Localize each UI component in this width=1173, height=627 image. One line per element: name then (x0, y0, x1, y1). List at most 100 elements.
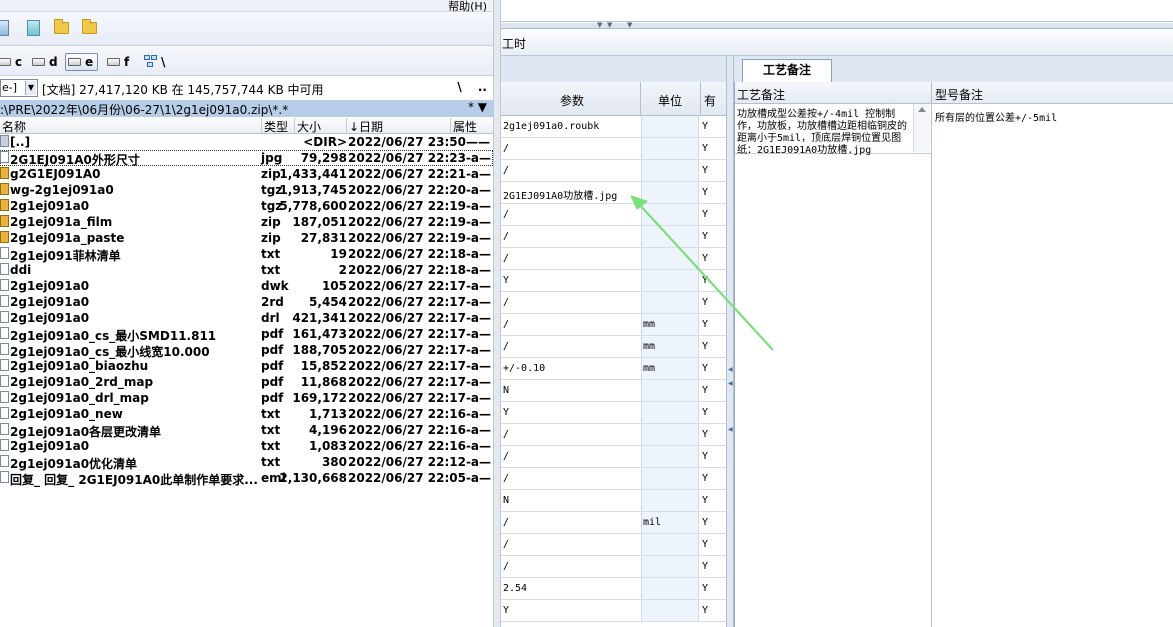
drive-e-button[interactable]: e (65, 53, 99, 71)
param-cell[interactable]: 2.54 (503, 583, 527, 594)
grid-row[interactable]: / Y (501, 204, 726, 226)
file-row[interactable]: 2g1ej091菲林清单 txt 19 2022/06/27 22:18-a— (0, 246, 493, 263)
param-cell[interactable]: / (503, 539, 509, 550)
unit-cell[interactable] (641, 468, 699, 489)
grid-row[interactable]: 2G1EJ091A0功放槽.jpg Y (501, 182, 726, 204)
process-note-scrollbar[interactable] (913, 104, 930, 152)
file-row[interactable]: 回复_ 回复_ 2G1EJ091A0此单制作单要求... eml 2,130,668… (0, 470, 493, 487)
param-cell[interactable]: / (503, 561, 509, 572)
unit-cell[interactable] (641, 402, 699, 423)
pane-splitter[interactable] (493, 0, 501, 627)
unit-cell[interactable]: mm (641, 358, 699, 379)
drive-select[interactable]: e-] ▼ (0, 79, 38, 97)
unit-cell[interactable] (641, 556, 699, 577)
file-row[interactable]: 2g1ej091a0_cs_最小线宽10.000 pdf 188,705 2022/0… (0, 342, 493, 359)
grid-row[interactable]: / Y (501, 468, 726, 490)
network-drive-button[interactable]: \ (142, 53, 169, 71)
unit-cell[interactable] (641, 182, 699, 203)
grid-row[interactable]: YY (501, 600, 726, 622)
grid-row[interactable]: / mil Y (501, 512, 726, 534)
grid-row[interactable]: / Y (501, 160, 726, 182)
file-row[interactable]: 2g1ej091a0 2rd 5,454 2022/06/27 22:17-a— (0, 294, 493, 310)
unit-cell[interactable] (641, 270, 699, 291)
param-cell[interactable]: Y (503, 605, 509, 616)
grid-row[interactable]: / mm Y (501, 336, 726, 358)
file-row[interactable]: 2g1ej091a_film zip 187,051 2022/06/27 22:19… (0, 214, 493, 230)
file-row[interactable]: 2g1ej091a0 tgz 5,778,600 2022/06/27 22:19-a… (0, 198, 493, 214)
unit-cell[interactable]: mil (641, 512, 699, 533)
column-name[interactable]: 名称 (0, 118, 26, 134)
file-row[interactable]: g2G1EJ091A0 zip 1,433,441 2022/06/27 22:21-… (0, 166, 493, 182)
param-cell[interactable]: / (503, 165, 509, 176)
path-buttons[interactable]: \ .. (457, 80, 487, 94)
unit-cell[interactable] (641, 204, 699, 225)
grid-row[interactable]: 2.54 Y (501, 578, 726, 600)
file-row[interactable]: 2g1ej091a0_biaozhu pdf 15,852 2022/06/27 22… (0, 358, 493, 374)
process-note-text[interactable]: 功放槽成型公差按+/-4mil 控制制作，功放板，功放槽槽边距相临铜皮的距离小于… (737, 109, 909, 157)
new-folder-button[interactable] (80, 19, 100, 37)
file-row[interactable]: 2g1ej091a0_2rd_map pdf 11,868 2022/06/27 22… (0, 374, 493, 390)
file-row[interactable]: 2g1ej091a0_cs_最小SMD11.811 pdf 161,473 2022/… (0, 326, 493, 343)
grid-row[interactable]: / Y (501, 138, 726, 160)
param-cell[interactable]: 2G1EJ091A0功放槽.jpg (503, 187, 617, 202)
column-date[interactable]: ↓日期 (346, 118, 383, 134)
param-cell[interactable]: N (503, 385, 509, 396)
file-row[interactable]: 2g1ej091a0_new txt 1,713 2022/06/27 22:16-a… (0, 406, 493, 422)
file-row[interactable]: 2g1ej091a0 txt 1,083 2022/06/27 22:16-a— (0, 438, 493, 454)
drive-d-button[interactable]: d (30, 53, 62, 71)
param-cell[interactable]: +/-0.10 (503, 363, 545, 374)
collapse-strip[interactable]: ▼ ▼ ▼ (501, 21, 1173, 29)
model-note-text[interactable]: 所有层的位置公差+/-5mil (935, 109, 1057, 124)
column-size[interactable]: 大小 (294, 118, 321, 134)
grid-row[interactable]: NY (501, 490, 726, 512)
unit-cell[interactable] (641, 446, 699, 467)
filter-button[interactable]: * ▼ (468, 100, 487, 114)
param-cell[interactable]: 2g1ej091a0.roubk (503, 121, 599, 132)
param-cell[interactable]: / (503, 297, 509, 308)
current-path-bar[interactable]: :\PRE\2022年\06月份\06-27\1\2g1ej091a0.zip\… (0, 100, 493, 117)
unit-cell[interactable] (641, 292, 699, 313)
param-cell[interactable]: / (503, 473, 509, 484)
column-type[interactable]: 类型 (261, 118, 288, 134)
param-cell[interactable]: / (503, 341, 509, 352)
grid-row[interactable]: 2g1ej091a0.roubk Y (501, 116, 726, 138)
unit-cell[interactable] (641, 424, 699, 445)
file-row[interactable]: 2g1ej091a0各层更改清单 txt 4,196 2022/06/27 22:16… (0, 422, 493, 439)
param-cell[interactable]: Y (503, 407, 509, 418)
file-row[interactable]: 2g1ej091a0 drl 421,341 2022/06/27 22:17-a— (0, 310, 493, 326)
file-row[interactable]: 2g1ej091a0_drl_map pdf 169,172 2022/06/27 2… (0, 390, 493, 406)
drive-c-button[interactable]: c (0, 53, 26, 71)
param-cell[interactable]: N (503, 495, 509, 506)
file-row[interactable]: 2G1EJ091A0外形尺寸 jpg 79,298 2022/06/27 22:23-… (0, 150, 493, 167)
column-attr[interactable]: 属性 (450, 118, 477, 134)
column-param[interactable]: 参数 (560, 92, 584, 109)
labor-hours-label[interactable]: 工时 (502, 35, 526, 52)
grid-row[interactable]: +/-0.10 mm Y (501, 358, 726, 380)
grid-row[interactable]: YY (501, 270, 726, 292)
grid-row[interactable]: / Y (501, 556, 726, 578)
file-row[interactable]: ddi txt 2 2022/06/27 22:18-a— (0, 262, 493, 278)
param-cell[interactable]: / (503, 319, 509, 330)
grid-row[interactable]: / Y (501, 534, 726, 556)
open-folder-button[interactable] (52, 19, 72, 37)
grid-row[interactable]: YY (501, 402, 726, 424)
grid-row[interactable]: / Y (501, 446, 726, 468)
unit-cell[interactable] (641, 160, 699, 181)
unit-cell[interactable]: mm (641, 336, 699, 357)
notes-tool-button[interactable] (24, 19, 44, 37)
file-row[interactable]: wg-2g1ej091a0 tgz 1,913,745 2022/06/27 22:2… (0, 182, 493, 198)
grid-row[interactable]: / Y (501, 424, 726, 446)
tab-process-notes[interactable]: 工艺备注 (742, 59, 832, 82)
unit-cell[interactable] (641, 380, 699, 401)
unit-cell[interactable] (641, 248, 699, 269)
grid-row[interactable]: / mm Y (501, 314, 726, 336)
grid-row[interactable]: NY (501, 380, 726, 402)
param-cell[interactable]: / (503, 143, 509, 154)
grid-row[interactable]: / Y (501, 226, 726, 248)
unit-cell[interactable] (641, 578, 699, 599)
copy-tool-button[interactable] (0, 19, 20, 37)
param-cell[interactable]: / (503, 231, 509, 242)
column-unit[interactable]: 单位 (658, 92, 682, 109)
unit-cell[interactable] (641, 534, 699, 555)
unit-cell[interactable] (641, 226, 699, 247)
